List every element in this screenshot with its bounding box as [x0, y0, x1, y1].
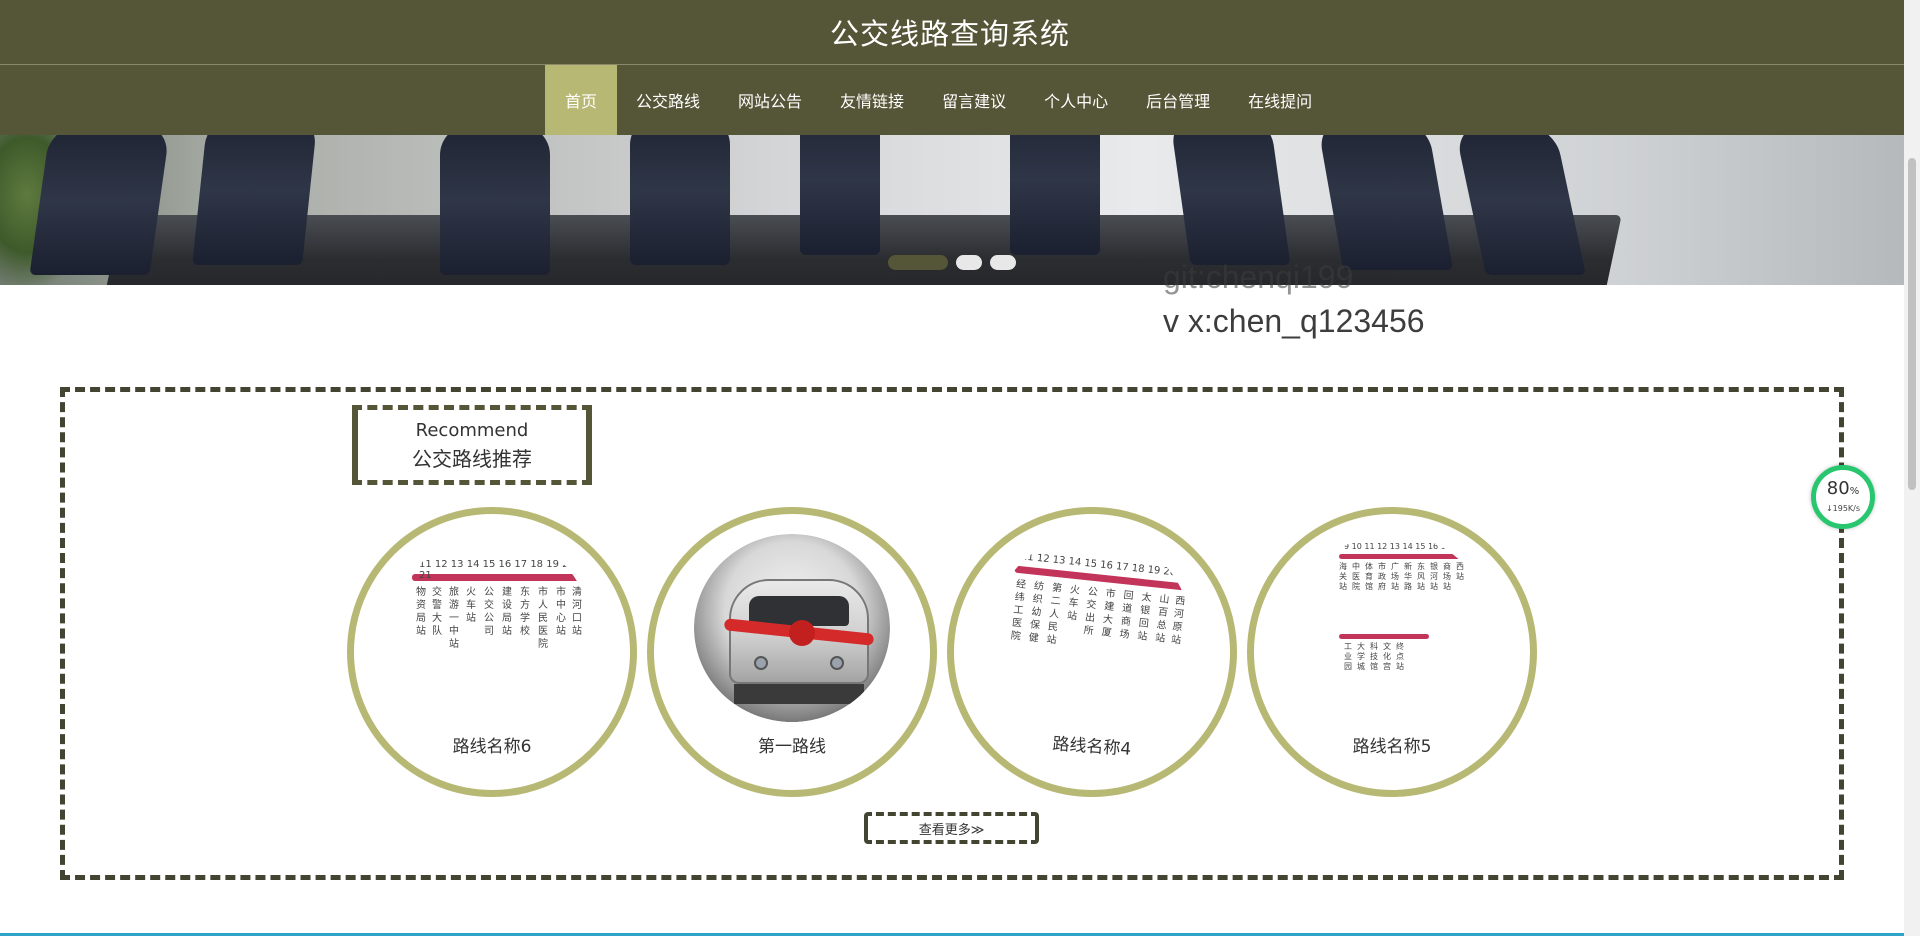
route-map-icon: 11 12 13 14 15 16 17 18 19 20 经纬工医院 纺织幼保… [994, 534, 1190, 722]
carousel-dot-1[interactable] [888, 255, 948, 270]
nav-item-announcements[interactable]: 网站公告 [719, 65, 821, 135]
nav-item-admin[interactable]: 后台管理 [1127, 65, 1229, 135]
route-card[interactable]: 9 10 11 12 13 14 15 16 17 18 19 20 海关站 中… [1247, 507, 1537, 797]
nav-item-friend-links[interactable]: 友情链接 [821, 65, 923, 135]
banner-carousel[interactable] [0, 135, 1904, 285]
banner-chair-image [630, 135, 730, 265]
recommend-heading-en: Recommend [415, 420, 529, 441]
scrollbar-thumb[interactable] [1908, 158, 1916, 490]
main-nav: 首页 公交路线 网站公告 友情链接 留言建议 个人中心 后台管理 在线提问 [0, 65, 1904, 135]
nav-item-online-question[interactable]: 在线提问 [1229, 65, 1331, 135]
route-card[interactable]: 11 12 13 14 15 16 17 18 19 20 21 物资局站 交警… [347, 507, 637, 797]
nav-item-bus-routes[interactable]: 公交路线 [617, 65, 719, 135]
recommend-heading-zh: 公交路线推荐 [412, 447, 532, 471]
page: 公交线路查询系统 首页 公交路线 网站公告 友情链接 留言建议 个人中心 后台管… [0, 0, 1920, 936]
site-title: 公交线路查询系统 [829, 17, 1070, 51]
route-card-name: 路线名称5 [1352, 737, 1432, 757]
banner-chair-image [1010, 135, 1100, 255]
carousel-indicators [888, 255, 1016, 270]
nav-item-home[interactable]: 首页 [545, 65, 618, 135]
nav-list: 首页 公交路线 网站公告 友情链接 留言建议 个人中心 后台管理 在线提问 [545, 65, 1331, 135]
banner-chair-image [192, 135, 318, 265]
watermark-text: git:chenqi199 v x:chen_q123456 [1163, 255, 1425, 343]
carousel-dot-2[interactable] [956, 255, 982, 270]
carousel-dot-3[interactable] [990, 255, 1016, 270]
banner-chair-image [1169, 135, 1291, 265]
nav-item-feedback[interactable]: 留言建议 [923, 65, 1025, 135]
speed-percent: 80% [1826, 478, 1860, 499]
route-card[interactable]: 第一路线 [647, 507, 937, 797]
route-map-icon: 11 12 13 14 15 16 17 18 19 20 21 物资局站 交警… [394, 534, 590, 722]
banner-chair-image [800, 135, 880, 255]
route-card-name: 路线名称6 [452, 737, 532, 757]
page-scrollbar[interactable] [1904, 0, 1920, 936]
title-bar: 公交线路查询系统 [0, 0, 1904, 65]
route-card-name: 第一路线 [758, 737, 826, 757]
network-speed-widget[interactable]: 80% ↓195K/s [1811, 465, 1875, 529]
banner-chair-image [440, 135, 550, 275]
download-rate: ↓195K/s [1825, 504, 1861, 513]
route-map-icon: 9 10 11 12 13 14 15 16 17 18 19 20 海关站 中… [1294, 534, 1490, 722]
view-more-button[interactable]: 查看更多≫ [864, 812, 1039, 844]
train-icon [694, 534, 890, 722]
watermark-line-2: v x:chen_q123456 [1163, 303, 1425, 339]
route-card[interactable]: 11 12 13 14 15 16 17 18 19 20 经纬工医院 纺织幼保… [947, 507, 1237, 797]
route-card-name: 路线名称4 [1051, 734, 1132, 760]
banner-chair-image [29, 135, 171, 275]
nav-item-user-center[interactable]: 个人中心 [1025, 65, 1127, 135]
watermark-line-1: git:chenqi199 [1163, 259, 1354, 295]
recommend-heading: Recommend 公交路线推荐 [352, 405, 592, 485]
